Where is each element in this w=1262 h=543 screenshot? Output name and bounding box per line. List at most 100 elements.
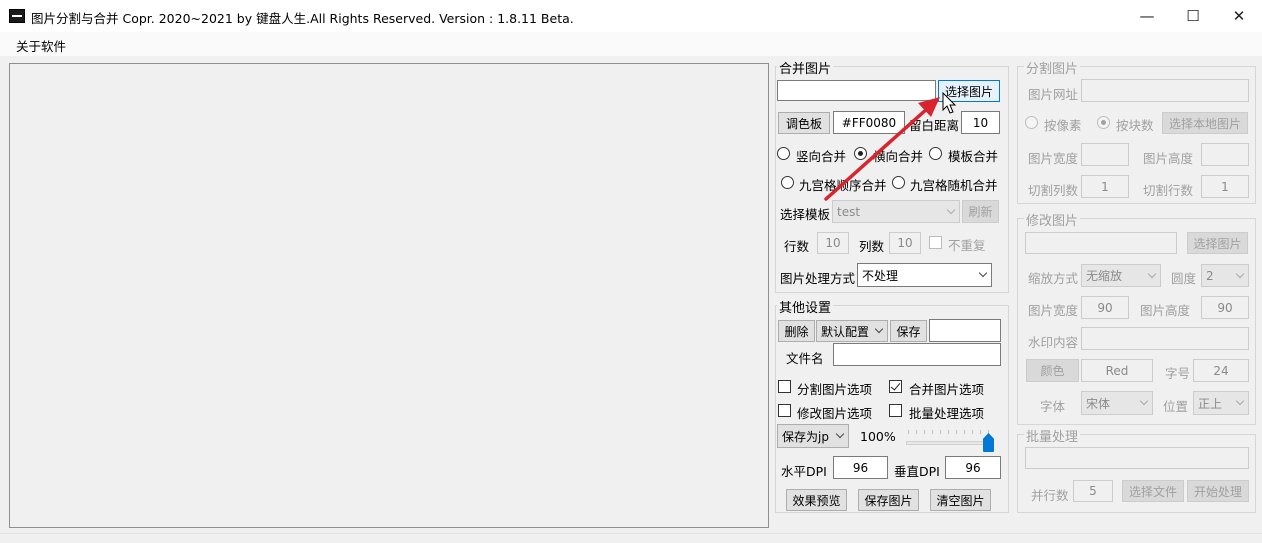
split-width-input[interactable]	[1081, 143, 1129, 166]
processing-select-value: 不处理	[862, 268, 899, 283]
split-group-title: 分割图片	[1024, 58, 1081, 77]
split-cols-label: 切割列数	[1028, 183, 1079, 198]
split-rows-input[interactable]: 1	[1201, 175, 1249, 198]
window-title: 图片分割与合并 Copr. 2020~2021 by 键盘人生.All Righ…	[31, 11, 574, 26]
filename-input[interactable]	[833, 343, 1001, 366]
save-config-button[interactable]: 保存	[890, 320, 927, 342]
processing-label: 图片处理方式	[780, 271, 856, 286]
modify-group-title: 修改图片	[1024, 210, 1081, 229]
chevron-down-icon	[1139, 396, 1149, 406]
minimize-icon[interactable]: —	[1124, 0, 1170, 32]
merge-select-image-button[interactable]: 选择图片	[938, 80, 1000, 102]
merge-path-input[interactable]	[777, 80, 936, 101]
config-select-value: 默认配置	[821, 324, 870, 339]
fontsize-input[interactable]: 24	[1193, 359, 1249, 382]
config-select[interactable]: 默认配置	[816, 320, 888, 342]
close-icon[interactable]: ✕	[1216, 0, 1262, 32]
slider-tick	[924, 430, 925, 434]
by-pixel-label: 按像素	[1044, 118, 1082, 133]
scale-select[interactable]: 无缩放	[1081, 264, 1161, 287]
scale-label: 缩放方式	[1028, 271, 1079, 286]
parallel-input[interactable]: 5	[1073, 480, 1113, 502]
color-hex-input[interactable]: #FF0080	[833, 111, 905, 134]
split-url-label: 图片网址	[1028, 87, 1079, 102]
menu-about[interactable]: 关于软件	[16, 36, 66, 55]
no-repeat-checkbox[interactable]	[929, 236, 942, 249]
slider-tick	[908, 430, 909, 434]
margin-input[interactable]: 10	[961, 111, 1000, 134]
image-preview-area[interactable]	[9, 63, 769, 528]
filename-label: 文件名	[786, 351, 824, 366]
margin-label: 留白距离	[909, 118, 960, 133]
split-width-label: 图片宽度	[1028, 151, 1079, 166]
chevron-down-icon	[835, 429, 845, 439]
menu-bar	[0, 32, 1262, 56]
save-image-button[interactable]: 保存图片	[858, 489, 919, 511]
quality-slider-track[interactable]	[906, 441, 992, 445]
modify-select-image-button[interactable]: 选择图片	[1187, 232, 1248, 254]
grid-rand-radio[interactable]	[892, 176, 905, 189]
batch-options-checkbox[interactable]	[889, 404, 902, 417]
format-select[interactable]: 保存为jp	[777, 424, 849, 448]
watermark-color-button[interactable]: 颜色	[1026, 359, 1079, 382]
slider-tick	[980, 430, 981, 434]
palette-button[interactable]: 调色板	[778, 112, 830, 134]
modify-width-input[interactable]: 90	[1081, 296, 1129, 319]
config-name-input[interactable]	[929, 319, 1001, 342]
vdpi-input[interactable]: 96	[945, 456, 1001, 479]
modify-height-input[interactable]: 90	[1201, 296, 1249, 319]
position-label: 位置	[1163, 399, 1189, 414]
split-cols-input[interactable]: 1	[1081, 175, 1129, 198]
grid-rand-label: 九宫格随机合并	[910, 178, 998, 193]
merge-group-title: 合并图片	[777, 58, 834, 77]
delete-config-button[interactable]: 删除	[778, 320, 815, 342]
slider-tick	[940, 430, 941, 434]
scale-select-value: 无缩放	[1086, 269, 1123, 283]
split-height-label: 图片高度	[1143, 151, 1194, 166]
modify-options-checkbox[interactable]	[778, 404, 791, 417]
start-process-button[interactable]: 开始处理	[1187, 480, 1249, 502]
by-count-label: 按块数	[1116, 118, 1154, 133]
batch-path-input[interactable]	[1025, 447, 1249, 469]
template-select[interactable]: test	[832, 200, 960, 223]
split-height-input[interactable]	[1201, 143, 1249, 166]
hdpi-input[interactable]: 96	[833, 456, 888, 479]
grid-seq-radio[interactable]	[781, 176, 794, 189]
position-select[interactable]: 正上	[1193, 391, 1249, 415]
processing-select[interactable]: 不处理	[857, 263, 992, 287]
by-count-radio[interactable]	[1097, 116, 1110, 129]
template-merge-radio[interactable]	[929, 147, 942, 160]
refresh-button[interactable]: 刷新	[962, 200, 999, 223]
vertical-merge-radio[interactable]	[777, 147, 790, 160]
chevron-down-icon	[946, 205, 956, 214]
font-select[interactable]: 宋体	[1081, 391, 1153, 415]
clear-image-button[interactable]: 清空图片	[930, 489, 991, 511]
cols-input[interactable]: 10	[889, 232, 921, 254]
template-select-value: test	[837, 204, 861, 219]
app-icon	[9, 9, 25, 23]
batch-group-title: 批量处理	[1024, 426, 1081, 445]
round-select[interactable]: 2	[1201, 264, 1249, 287]
modify-height-label: 图片高度	[1140, 303, 1191, 318]
chevron-down-icon	[874, 324, 884, 334]
horizontal-merge-radio[interactable]	[854, 147, 867, 160]
slider-tick	[964, 430, 965, 434]
select-folder-button[interactable]: 选择文件	[1122, 480, 1184, 502]
slider-tick	[948, 430, 949, 434]
split-options-checkbox[interactable]	[778, 380, 791, 393]
slider-tick	[916, 430, 917, 434]
split-url-input[interactable]	[1081, 79, 1249, 102]
select-local-image-button[interactable]: 选择本地图片	[1162, 112, 1248, 134]
preview-effect-button[interactable]: 效果预览	[786, 489, 847, 511]
fontsize-label: 字号	[1165, 366, 1191, 381]
by-pixel-radio[interactable]	[1025, 116, 1038, 129]
merge-options-checkbox[interactable]	[889, 380, 902, 393]
watermark-color-input[interactable]: Red	[1081, 359, 1153, 382]
maximize-icon[interactable]: ☐	[1170, 0, 1216, 32]
chevron-down-icon	[1235, 396, 1245, 406]
vertical-merge-label: 竖向合并	[796, 149, 847, 164]
rows-input[interactable]: 10	[817, 232, 849, 254]
slider-tick	[932, 430, 933, 434]
modify-path-input[interactable]	[1025, 232, 1177, 254]
watermark-input[interactable]	[1081, 327, 1249, 350]
